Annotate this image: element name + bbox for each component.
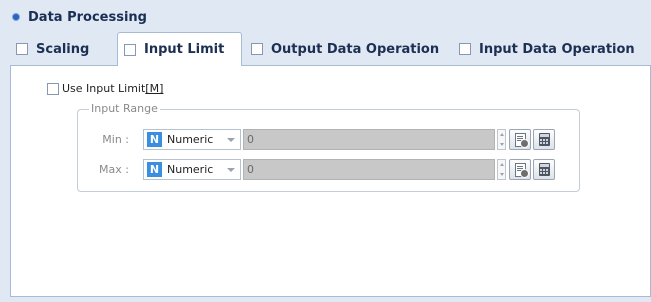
max-type-select[interactable]: N Numeric xyxy=(143,159,241,180)
max-calculator-button[interactable] xyxy=(533,159,555,180)
numeric-type-icon: N xyxy=(147,162,162,177)
max-row: Max : N Numeric 0 xyxy=(77,159,577,181)
min-label: Min : xyxy=(102,133,129,146)
spin-down-icon[interactable] xyxy=(499,142,504,146)
max-spinner[interactable] xyxy=(497,159,506,180)
min-type-select[interactable]: N Numeric xyxy=(143,129,241,150)
gear-icon xyxy=(520,169,529,178)
input-limit-panel: Use Input Limit[M] Input Range Min : N N… xyxy=(10,65,651,297)
use-input-limit-option[interactable]: Use Input Limit[M] xyxy=(47,82,163,95)
calculator-icon xyxy=(539,163,550,176)
tab-label: Input Limit xyxy=(144,42,225,57)
use-input-limit-checkbox[interactable] xyxy=(47,82,59,95)
spin-up-icon[interactable] xyxy=(499,163,504,167)
tab-input-limit[interactable]: Input Limit xyxy=(117,32,242,66)
min-calculator-button[interactable] xyxy=(533,129,555,150)
tab-output-data-operation[interactable]: Output Data Operation xyxy=(245,34,445,64)
numeric-type-icon: N xyxy=(147,132,162,147)
max-label: Max : xyxy=(99,163,129,176)
min-row: Min : N Numeric 0 xyxy=(77,129,577,151)
max-variable-button[interactable] xyxy=(509,159,531,180)
tab-label: Scaling xyxy=(36,41,90,57)
tab-label: Output Data Operation xyxy=(271,41,440,57)
spin-up-icon[interactable] xyxy=(499,133,504,137)
min-value-field[interactable]: 0 xyxy=(243,129,495,150)
tab-scaling-checkbox[interactable] xyxy=(16,43,28,55)
section-title: Data Processing xyxy=(28,9,147,25)
tab-label: Input Data Operation xyxy=(479,41,635,57)
min-spinner[interactable] xyxy=(497,129,506,150)
calculator-icon xyxy=(539,133,550,146)
tab-input-data-operation[interactable]: Input Data Operation xyxy=(453,34,649,64)
bullet-dot-icon xyxy=(12,13,20,21)
section-header: Data Processing xyxy=(10,6,147,28)
min-type-value: Numeric xyxy=(167,133,214,146)
chevron-down-icon[interactable] xyxy=(227,137,235,142)
gear-icon xyxy=(520,139,529,148)
use-input-limit-label: Use Input Limit[M] xyxy=(62,82,164,95)
tab-bar: Scaling Input Limit Output Data Operatio… xyxy=(10,30,651,66)
spin-down-icon[interactable] xyxy=(499,172,504,176)
min-variable-button[interactable] xyxy=(509,129,531,150)
max-type-value: Numeric xyxy=(167,163,214,176)
tab-output-data-operation-checkbox[interactable] xyxy=(251,43,263,55)
max-value-field[interactable]: 0 xyxy=(243,159,495,180)
tab-scaling[interactable]: Scaling xyxy=(10,34,113,64)
tab-input-limit-checkbox[interactable] xyxy=(124,43,136,56)
tab-input-data-operation-checkbox[interactable] xyxy=(459,43,471,55)
input-range-title: Input Range xyxy=(89,102,160,115)
chevron-down-icon[interactable] xyxy=(227,167,235,172)
